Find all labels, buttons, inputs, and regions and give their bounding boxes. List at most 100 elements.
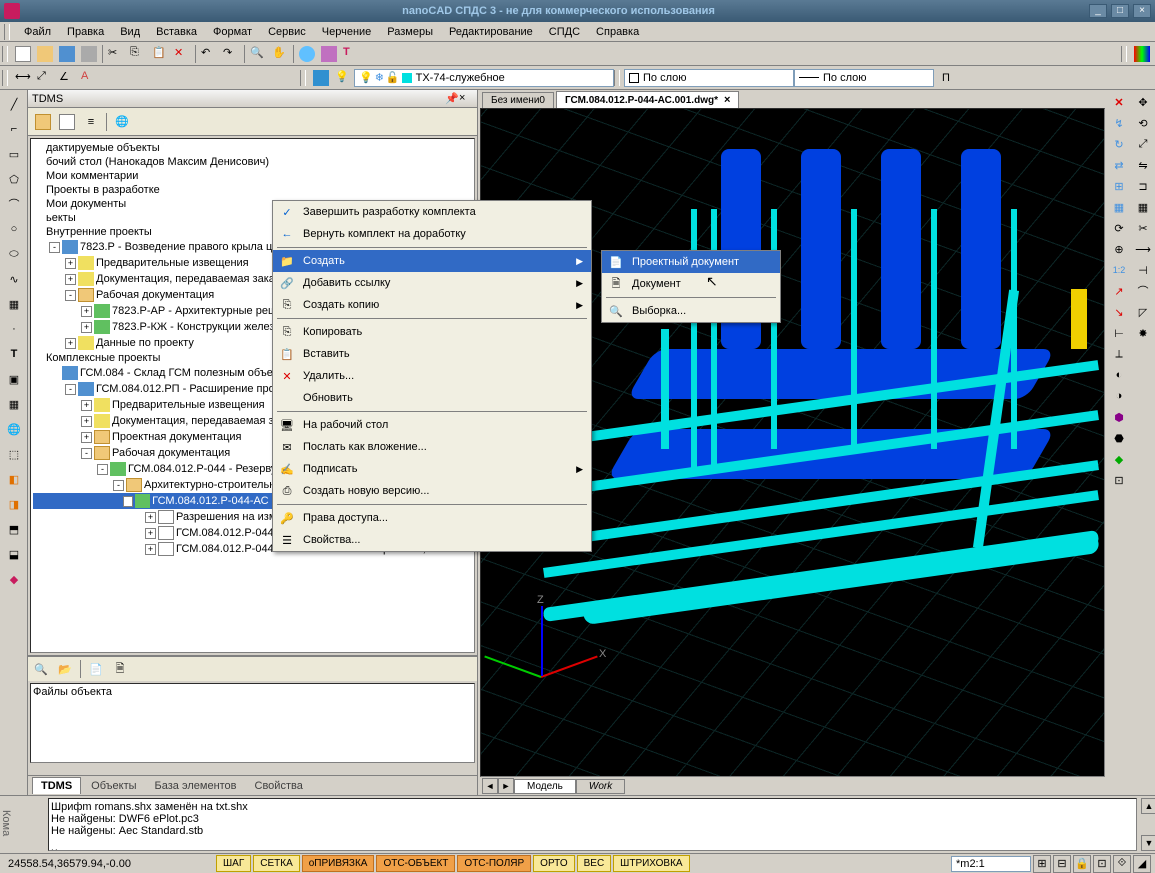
tree-globe-btn[interactable]: 🌐 [111,111,133,133]
file-btn-1[interactable]: 📄 [85,658,107,680]
tool-a-button[interactable] [296,43,318,65]
ctx-Права доступа...[interactable]: 🔑Права доступа... [273,507,591,529]
palette-button[interactable] [1131,43,1153,65]
tool-c-button[interactable]: T [340,43,362,65]
status-toggle-ОТС-ПОЛЯР[interactable]: ОТС-ПОЛЯР [457,855,531,872]
status-toggle-ШАГ[interactable]: ШАГ [216,855,251,872]
ctx-Удалить...[interactable]: ✕Удалить... [273,365,591,387]
trim-tool[interactable]: ✂ [1133,218,1153,238]
ctx-Свойства...[interactable]: ☰Свойства... [273,529,591,551]
rtool-1[interactable]: ↯ [1109,113,1129,133]
save-button[interactable] [56,43,78,65]
misc-tool-6[interactable]: ◆ [2,567,26,591]
find-button[interactable]: 🔍 [30,658,52,680]
rtool-3[interactable]: ⇄ [1109,155,1129,175]
menu-редактирование[interactable]: Редактирование [441,24,541,40]
tree-item[interactable]: бочий стол (Нанокадов Максим Денисович) [33,155,472,169]
tool-b-button[interactable] [318,43,340,65]
rtool-17[interactable]: ◆ [1109,449,1129,469]
ctx-Подписать[interactable]: ✍Подписать▶ [273,458,591,480]
misc-tool-3[interactable]: ◨ [2,492,26,516]
tree-btn-1[interactable] [32,111,54,133]
model-tab[interactable]: Модель [514,779,576,794]
dim-text-button[interactable]: A [78,67,100,89]
document-tab[interactable]: Без имени0 [482,92,554,108]
command-line[interactable]: Шрифm romans.shx заменён на txt.shxНе на… [48,798,1137,851]
file-btn-2[interactable]: 🗎 [109,658,131,680]
close-panel-icon[interactable]: × [459,92,473,106]
tree-expander[interactable]: + [81,416,92,427]
panel-tab-0[interactable]: TDMS [32,777,81,794]
globe-tool[interactable]: 🌐 [2,417,26,441]
menu-формат[interactable]: Формат [205,24,260,40]
tree-expander[interactable]: - [97,464,108,475]
ctx-Создать копию[interactable]: ⎘Создать копию▶ [273,294,591,316]
ctx-Создать новую версию...[interactable]: ⎙Создать новую версию... [273,480,591,502]
color-combo[interactable]: По слою [624,69,794,87]
tree-btn-2[interactable] [56,111,78,133]
minimize-button[interactable]: _ [1089,4,1107,18]
arc-tool[interactable]: ⌒ [2,192,26,216]
tree-expander[interactable]: - [49,242,60,253]
tree-expander[interactable]: + [65,274,76,285]
tree-expander[interactable]: + [145,512,156,523]
submenu-Проектный документ[interactable]: 📄Проектный документ [602,251,780,273]
rtool-14[interactable]: ◑ [1109,386,1129,406]
tree-expander[interactable]: + [81,306,92,317]
rtool-10[interactable]: ⊢ [1109,323,1129,343]
tree-expander[interactable]: + [81,322,92,333]
dim-align-button[interactable]: ⤢ [34,67,56,89]
submenu-Документ[interactable]: 🗎Документ [602,273,780,295]
ctx-Добавить ссылку[interactable]: 🔗Добавить ссылку▶ [273,272,591,294]
tree-expander[interactable]: + [65,338,76,349]
undo-button[interactable]: ↶ [198,43,220,65]
context-menu[interactable]: ✓Завершить разработку комплекта←Вернуть … [272,200,592,552]
status-icon-4[interactable]: ⊡ [1093,855,1111,873]
menu-вид[interactable]: Вид [112,24,148,40]
new-button[interactable] [12,43,34,65]
extend-tool[interactable]: ⟶ [1133,239,1153,259]
dim-angle-button[interactable]: ∠ [56,67,78,89]
status-toggle-ШТРИХОВКА[interactable]: ШТРИХОВКА [613,855,689,872]
menu-правка[interactable]: Правка [59,24,112,40]
status-toggle-оПРИВЯЗКА[interactable]: оПРИВЯЗКА [302,855,375,872]
rtool-15[interactable]: ⬢ [1109,407,1129,427]
break-tool[interactable]: ⊣ [1133,260,1153,280]
tree-expander[interactable]: - [81,448,92,459]
ellipse-tool[interactable]: ⬭ [2,242,26,266]
rotate-tool[interactable]: ⟲ [1133,113,1153,133]
status-icon-5[interactable]: ⟐ [1113,855,1131,873]
tree-expander[interactable]: + [81,432,92,443]
pin-icon[interactable]: 📌 [445,92,459,106]
tree-expander[interactable]: + [145,528,156,539]
scroll-left-button[interactable]: ◄ [482,778,498,794]
rtool-9[interactable]: ↘ [1109,302,1129,322]
status-toggle-ОТС-ОБЪЕКТ[interactable]: ОТС-ОБЪЕКТ [376,855,455,872]
block-tool[interactable]: ▣ [2,367,26,391]
mirror-tool[interactable]: ⇋ [1133,155,1153,175]
tree-item[interactable]: Мои комментарии [33,169,472,183]
linetype-combo[interactable]: По слою [794,69,934,87]
tree-item[interactable]: дактируемые объекты [33,141,472,155]
dim-linear-button[interactable]: ⟷ [12,67,34,89]
rtool-8[interactable]: ↗ [1109,281,1129,301]
status-icon-1[interactable]: ⊞ [1033,855,1051,873]
tree-btn-3[interactable]: ≡ [80,111,102,133]
tab-close-icon[interactable]: × [724,94,730,106]
rtool-6[interactable]: ⟳ [1109,218,1129,238]
rtool-7[interactable]: ⊕ [1109,239,1129,259]
rtool-18[interactable]: ⊡ [1109,470,1129,490]
menu-размеры[interactable]: Размеры [379,24,441,40]
scale-tool[interactable]: ⤢ [1133,134,1153,154]
menu-справка[interactable]: Справка [588,24,647,40]
cut-button[interactable]: ✂ [105,43,127,65]
status-toggle-ВЕС[interactable]: ВЕС [577,855,612,872]
ctx-Обновить[interactable]: Обновить [273,387,591,409]
status-icon-3[interactable]: 🔒 [1073,855,1091,873]
paste-button[interactable]: 📋 [149,43,171,65]
status-grip-icon[interactable]: ◢ [1133,855,1151,873]
menu-черчение[interactable]: Черчение [314,24,380,40]
tree-expander[interactable]: + [65,258,76,269]
rect-tool[interactable]: ▭ [2,142,26,166]
misc-tool-2[interactable]: ◧ [2,467,26,491]
